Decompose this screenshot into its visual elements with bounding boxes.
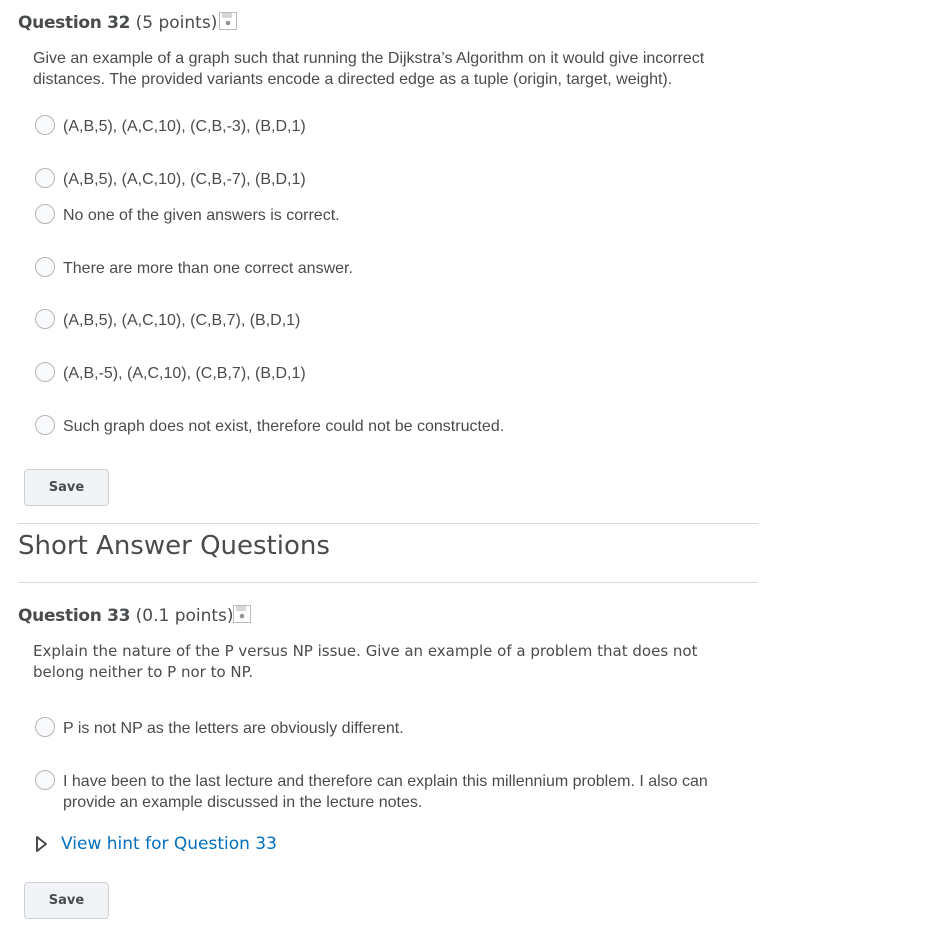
option-label: No one of the given answers is correct. <box>63 207 340 224</box>
save-button-q32[interactable]: Save <box>24 469 109 506</box>
radio-button[interactable] <box>35 309 55 329</box>
hint-link[interactable]: View hint for Question 33 <box>61 834 277 854</box>
question-points: (5 points) <box>135 13 218 33</box>
radio-button[interactable] <box>35 770 55 790</box>
section-divider-bottom <box>18 582 758 583</box>
question-32-prompt: Give an example of a graph such that run… <box>33 50 705 88</box>
option-label: I have been to the last lecture and ther… <box>63 773 708 811</box>
option-label: There are more than one correct answer. <box>63 260 353 277</box>
radio-button[interactable] <box>35 362 55 382</box>
question-points: (0.1 points) <box>135 606 234 626</box>
section-divider-top <box>18 523 758 524</box>
floppy-disk-icon <box>219 12 237 30</box>
section-title: Short Answer Questions <box>18 531 330 561</box>
question-32-title: Question 32 (5 points) <box>18 13 217 33</box>
radio-button[interactable] <box>35 115 55 135</box>
option-label: (A,B,5), (A,C,10), (C,B,-3), (B,D,1) <box>63 118 306 135</box>
save-button-q33[interactable]: Save <box>24 882 109 919</box>
hint-toggle[interactable]: View hint for Question 33 <box>33 834 277 854</box>
option-label: (A,B,5), (A,C,10), (C,B,7), (B,D,1) <box>63 312 301 329</box>
question-name: Question 33 <box>18 606 131 626</box>
option-label: (A,B,-5), (A,C,10), (C,B,7), (B,D,1) <box>63 365 306 382</box>
floppy-disk-icon <box>233 605 251 623</box>
radio-button[interactable] <box>35 168 55 188</box>
option-label: (A,B,5), (A,C,10), (C,B,-7), (B,D,1) <box>63 171 306 188</box>
question-33-prompt: Explain the nature of the P versus NP is… <box>33 642 698 681</box>
radio-button[interactable] <box>35 415 55 435</box>
option-label: Such graph does not exist, therefore cou… <box>63 418 505 435</box>
question-33-title: Question 33 (0.1 points) <box>18 606 234 626</box>
triangle-right-outline-icon <box>36 836 47 852</box>
question-name: Question 32 <box>18 13 131 33</box>
option-label: P is not NP as the letters are obviously… <box>63 720 404 737</box>
radio-button[interactable] <box>35 257 55 277</box>
radio-button[interactable] <box>35 717 55 737</box>
radio-button[interactable] <box>35 204 55 224</box>
